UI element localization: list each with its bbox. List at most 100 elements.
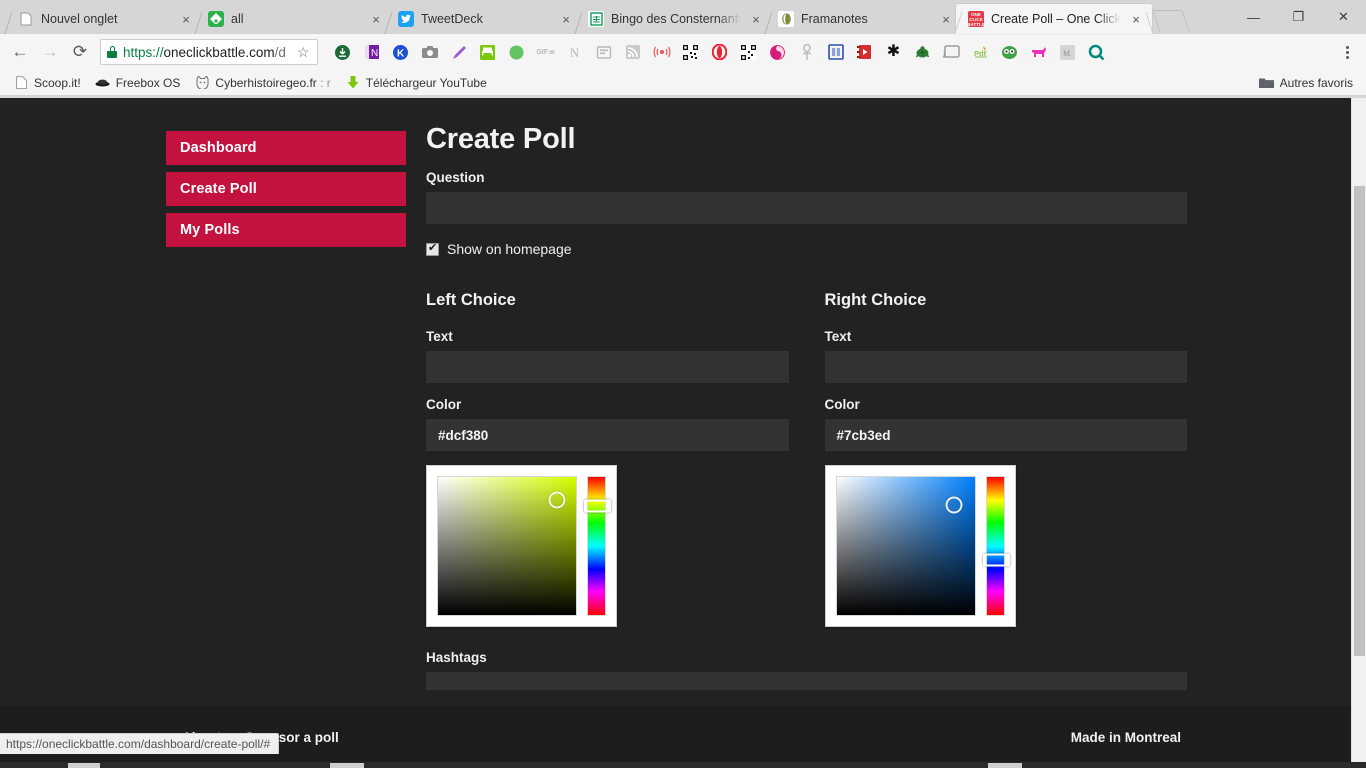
book-icon[interactable] [821,38,850,66]
left-color-picker[interactable] [426,465,617,627]
browser-tab-1[interactable]: Nouvel onglet × [4,4,204,34]
left-text-input[interactable] [426,351,789,383]
folder-icon [1259,75,1275,91]
cast-icon[interactable] [937,38,966,66]
browser-tab-6-active[interactable]: ONE CLICK BATTLE Create Poll – One Click B… [954,4,1154,34]
pocket-archive-icon[interactable] [589,38,618,66]
tab-close-icon[interactable]: × [558,11,574,27]
framanotes-icon [778,11,794,27]
adblock-icon[interactable] [328,38,357,66]
browser-tab-5[interactable]: Framanotes × [764,4,964,34]
right-hue-handle[interactable] [982,553,1010,567]
ankh-icon[interactable] [792,38,821,66]
gif-icon[interactable]: GIF.w [531,38,560,66]
browser-toolbar: ← → ⟳ https://oneclickbattle.com/d ☆ N K… [0,34,1366,70]
taskbar-item-2[interactable] [330,763,364,768]
tab-close-icon[interactable]: × [1128,11,1144,27]
marker-pen-icon[interactable] [444,38,473,66]
footer-made-in-montreal: Made in Montreal [1070,729,1181,745]
pdf-icon[interactable]: Pdf [966,38,995,66]
left-hue-handle[interactable] [584,499,611,513]
question-input[interactable] [426,192,1187,224]
left-sv-handle[interactable] [548,491,566,509]
grey-square-icon[interactable]: M [1053,38,1082,66]
hashtags-input[interactable] [426,672,1187,690]
other-bookmarks-folder[interactable]: Autres favoris [1252,73,1360,93]
wifi-broadcast-icon[interactable] [647,38,676,66]
left-hue-slider[interactable] [584,476,611,616]
new-tab-button[interactable] [1152,10,1190,32]
browser-tab-2[interactable]: all × [194,4,394,34]
right-color-value: #7cb3ed [836,427,891,443]
right-color-input[interactable]: #7cb3ed [824,419,1187,451]
qr-code-icon[interactable] [676,38,705,66]
turtle-icon[interactable] [908,38,937,66]
taskbar-item-1[interactable] [68,763,100,768]
screenshot-camera-icon[interactable] [415,38,444,66]
tab-close-icon[interactable]: × [748,11,764,27]
bookmark-label: Freebox OS [115,75,181,90]
browser-tab-4[interactable]: Bingo des Consternants × [574,4,774,34]
video-red-icon[interactable] [850,38,879,66]
sidebar-item-dashboard[interactable]: Dashboard [166,131,406,165]
pinwheel-icon[interactable] [763,38,792,66]
lock-icon [107,46,117,58]
left-choice-heading: Left Choice [426,291,516,309]
reload-button[interactable]: ⟳ [66,38,94,66]
star-icon[interactable]: ✱ [879,38,908,66]
close-window-button[interactable]: ✕ [1321,2,1366,32]
right-sv-handle[interactable] [945,496,963,514]
kaspersky-icon[interactable]: K [386,38,415,66]
bookmark-star-icon[interactable]: ☆ [297,44,311,61]
tab-strip: Nouvel onglet × all × TweetDeck × Bingo … [0,0,1366,34]
printfriendly-icon[interactable] [473,38,502,66]
left-saturation-value-area[interactable] [437,476,577,616]
svg-text:M: M [1063,49,1070,58]
tab-close-icon[interactable]: × [178,11,194,27]
rss-feed-icon[interactable] [618,38,647,66]
tab-close-icon[interactable]: × [368,11,384,27]
page-scrollbar[interactable] [1351,98,1366,768]
green-face-icon[interactable] [995,38,1024,66]
bookmark-cyberhistoiregeo[interactable]: Cyberhistoiregeo.fr : r [187,73,337,93]
sidebar-item-label: Dashboard [180,140,257,156]
sidebar-nav: Dashboard Create Poll My Polls [166,131,406,254]
back-button[interactable]: ← [6,38,34,66]
pink-animal-icon[interactable] [1024,38,1053,66]
bookmark-scoop-it[interactable]: Scoop.it! [6,73,88,93]
qr-code-2-icon[interactable] [734,38,763,66]
taskbar-item-3[interactable] [988,763,1022,768]
opera-icon[interactable] [705,38,734,66]
show-on-homepage-checkbox[interactable] [426,242,439,256]
freebox-icon [95,75,111,91]
address-bar[interactable]: https://oneclickbattle.com/d ☆ [100,39,318,65]
green-dot-icon[interactable] [502,38,531,66]
left-choice-column: Left Choice Text Color #dcf380 [426,291,789,627]
bookmark-freebox-os[interactable]: Freebox OS [88,73,188,93]
bookmark-telechargeur-youtube[interactable]: Téléchargeur YouTube [338,73,494,93]
tab-close-icon[interactable]: × [938,11,954,27]
right-color-picker[interactable] [824,465,1016,627]
tab-title: all [231,12,244,26]
browser-tab-3[interactable]: TweetDeck × [384,4,584,34]
tab-title: Nouvel onglet [41,12,118,26]
sidebar-item-my-polls[interactable]: My Polls [166,213,406,247]
right-saturation-value-area[interactable] [835,476,976,616]
chrome-menu-button[interactable] [1334,38,1360,66]
sidebar-item-create-poll[interactable]: Create Poll [166,172,406,206]
bookmark-label: Téléchargeur YouTube [365,75,487,90]
scrollbar-thumb[interactable] [1354,186,1365,656]
minimize-button[interactable]: — [1231,2,1276,32]
left-color-input[interactable]: #dcf380 [426,419,789,451]
url-path: /d [274,44,286,60]
search-magnifier-icon[interactable] [1082,38,1111,66]
forward-button[interactable]: → [36,38,64,66]
maximize-button[interactable]: ❐ [1276,2,1321,32]
evernote-n-icon[interactable]: N [560,38,589,66]
show-on-homepage-row[interactable]: Show on homepage [426,241,1187,257]
onenote-icon[interactable]: N [357,38,386,66]
right-text-label: Text [824,329,852,344]
right-text-input[interactable] [824,351,1187,383]
bookmarks-bar: Scoop.it! Freebox OS Cyberhistoiregeo.fr… [0,70,1366,96]
right-hue-slider[interactable] [982,476,1010,616]
